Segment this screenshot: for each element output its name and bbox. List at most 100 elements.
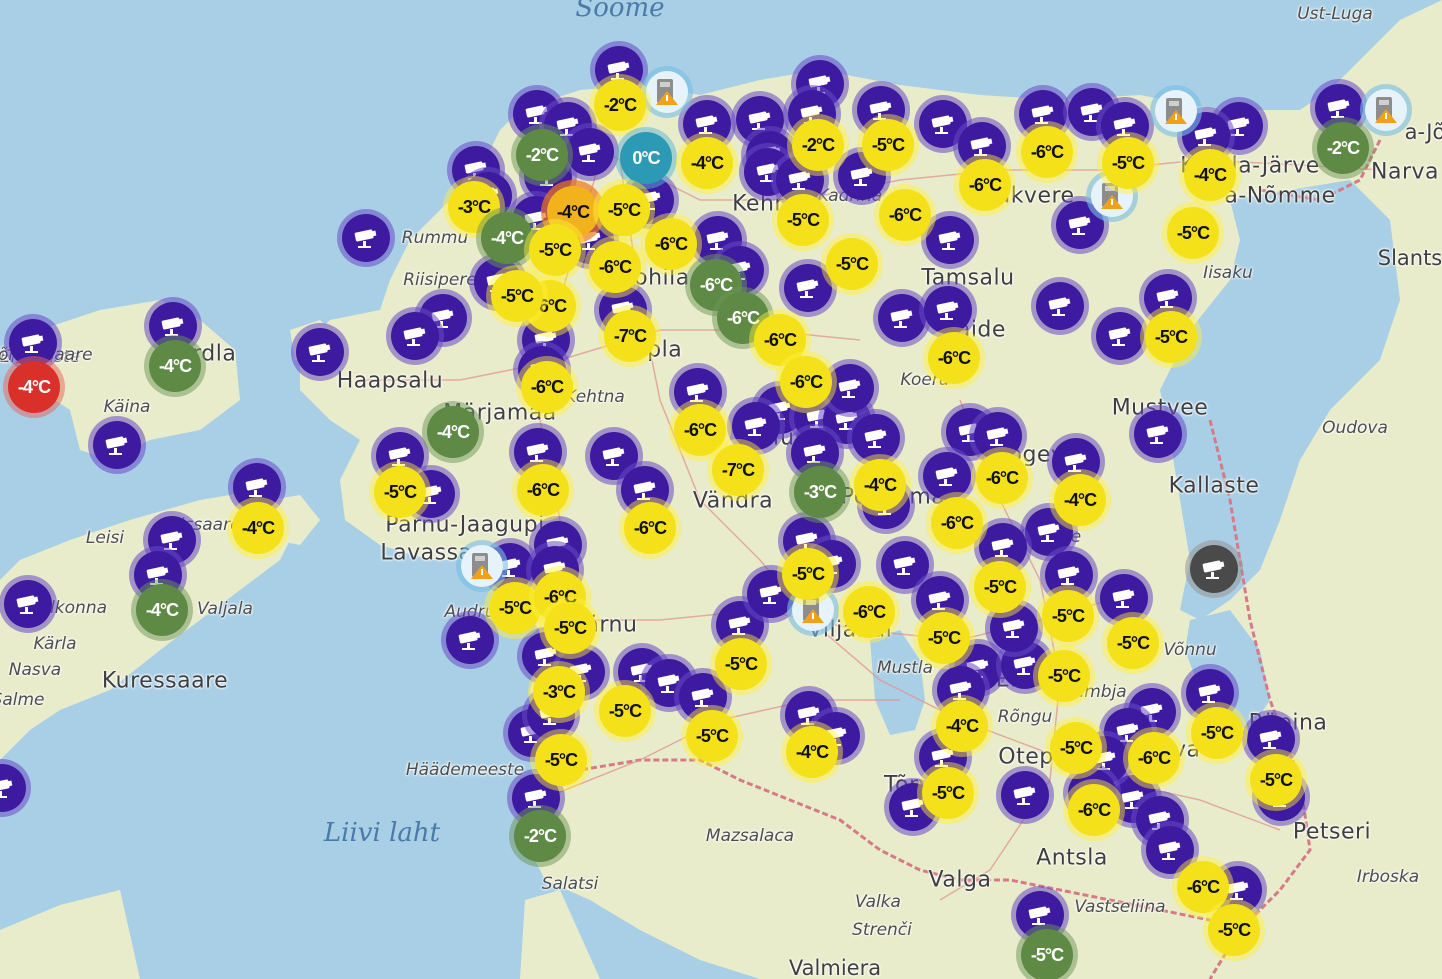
temperature-marker[interactable]: -5°C (715, 638, 767, 690)
road-camera-marker[interactable] (1100, 574, 1148, 622)
temperature-marker[interactable]: -6°C (843, 586, 895, 638)
temperature-marker[interactable]: -6°C (1068, 784, 1120, 836)
temperature-marker[interactable]: -6°C (959, 159, 1011, 211)
temperature-marker[interactable]: -6°C (879, 189, 931, 241)
temperature-marker[interactable]: -5°C (1107, 617, 1159, 669)
temperature-marker[interactable]: -6°C (589, 241, 641, 293)
temperature-marker[interactable]: -4°C (427, 406, 479, 458)
temperature-marker[interactable]: -5°C (544, 602, 596, 654)
temperature-marker[interactable]: -5°C (922, 767, 974, 819)
temperature-marker[interactable]: -5°C (491, 270, 543, 322)
road-warning-marker[interactable] (1155, 90, 1197, 132)
temperature-marker[interactable]: -5°C (1191, 707, 1243, 759)
temperature-marker[interactable]: -5°C (599, 685, 651, 737)
road-camera-marker[interactable] (4, 580, 52, 628)
temperature-marker[interactable]: -5°C (374, 466, 426, 518)
temperature-marker[interactable]: -5°C (974, 561, 1026, 613)
temperature-marker[interactable]: -5°C (535, 734, 587, 786)
temperature-marker[interactable]: -6°C (624, 502, 676, 554)
temperature-marker[interactable]: -4°C (936, 700, 988, 752)
temperature-marker[interactable]: -2°C (594, 79, 646, 131)
temperature-marker[interactable]: -5°C (1250, 754, 1302, 806)
road-camera-marker[interactable] (1096, 312, 1144, 360)
road-camera-marker[interactable] (296, 328, 344, 376)
temperature-marker[interactable]: -6°C (645, 218, 697, 270)
road-camera-marker[interactable] (926, 216, 974, 264)
temperature-marker[interactable]: -5°C (1038, 650, 1090, 702)
temperature-marker[interactable]: -4°C (681, 137, 733, 189)
inactive-camera-marker[interactable] (1190, 545, 1238, 593)
camera-icon (1031, 105, 1054, 124)
temperature-marker[interactable]: -5°C (1167, 207, 1219, 259)
road-camera-marker[interactable] (732, 402, 780, 450)
temperature-marker[interactable]: -4°C (8, 361, 60, 413)
road-camera-marker[interactable] (9, 319, 57, 367)
temperature-marker[interactable]: -6°C (928, 332, 980, 384)
temperature-marker[interactable]: -5°C (686, 710, 738, 762)
temperature-marker[interactable]: -5°C (1050, 722, 1102, 774)
temperature-marker[interactable]: -5°C (1102, 137, 1154, 189)
temperature-marker[interactable]: -6°C (674, 404, 726, 456)
camera-icon (1156, 289, 1179, 308)
temperature-marker[interactable]: -4°C (1054, 474, 1106, 526)
temperature-marker[interactable]: 0°C (620, 132, 672, 184)
map-view[interactable]: Soome Ust-Luga a-Jõ Narva Slants Kohtla-Järve… (0, 0, 1442, 979)
road-warning-marker[interactable] (646, 71, 688, 113)
temperature-marker[interactable]: -4°C (136, 584, 188, 636)
temperature-marker[interactable]: -5°C (1021, 929, 1073, 979)
road-camera-marker[interactable] (1134, 410, 1182, 458)
road-camera-marker[interactable] (852, 414, 900, 462)
temperature-marker[interactable]: -2°C (792, 119, 844, 171)
temperature-marker[interactable]: -6°C (1128, 732, 1180, 784)
temperature-marker[interactable]: -4°C (786, 726, 838, 778)
temperature-marker[interactable]: -5°C (489, 582, 541, 634)
road-camera-marker[interactable] (1036, 282, 1084, 330)
road-camera-marker[interactable] (342, 214, 390, 262)
temperature-marker[interactable]: -6°C (931, 497, 983, 549)
temperature-marker[interactable]: -5°C (1145, 311, 1197, 363)
road-camera-marker[interactable] (1001, 771, 1049, 819)
temperature-marker[interactable]: -4°C (1184, 149, 1236, 201)
place-label: Leisi (85, 528, 125, 548)
temperature-marker[interactable]: -4°C (232, 502, 284, 554)
camera-icon (633, 481, 656, 500)
temperature-marker[interactable]: -4°C (481, 212, 533, 264)
temperature-marker[interactable]: -4°C (854, 459, 906, 511)
temperature-marker[interactable]: -5°C (1208, 904, 1260, 956)
temperature-marker[interactable]: -5°C (782, 548, 834, 600)
road-camera-marker[interactable] (446, 616, 494, 664)
temperature-marker[interactable]: -2°C (516, 129, 568, 181)
road-camera-marker[interactable] (878, 294, 926, 342)
temperature-marker[interactable]: -2°C (514, 810, 566, 862)
temperature-marker[interactable]: -5°C (777, 194, 829, 246)
temperature-marker[interactable]: -7°C (712, 444, 764, 496)
road-camera-marker[interactable] (391, 312, 439, 360)
road-warning-marker[interactable] (1365, 89, 1407, 131)
temperature-marker[interactable]: -2°C (1317, 122, 1369, 174)
road-camera-marker[interactable] (826, 364, 874, 412)
temperature-marker[interactable]: -5°C (918, 612, 970, 664)
road-camera-marker[interactable] (923, 452, 971, 500)
temperature-marker[interactable]: -6°C (780, 356, 832, 408)
temperature-marker[interactable]: -5°C (1042, 590, 1094, 642)
road-camera-marker[interactable] (784, 264, 832, 312)
temperature-marker[interactable]: -6°C (521, 361, 573, 413)
temperature-marker[interactable]: -3°C (533, 666, 585, 718)
temperature-marker[interactable]: -5°C (529, 224, 581, 276)
temperature-marker[interactable]: -6°C (1021, 126, 1073, 178)
temperature-marker[interactable]: -5°C (862, 119, 914, 171)
road-camera-marker[interactable] (93, 421, 141, 469)
warning-sign-icon (471, 553, 493, 579)
temperature-marker[interactable]: -5°C (598, 184, 650, 236)
road-warning-marker[interactable] (461, 545, 503, 587)
temperature-marker[interactable]: -4°C (149, 340, 201, 392)
temperature-marker[interactable]: -6°C (976, 452, 1028, 504)
temperature-marker[interactable]: -5°C (826, 238, 878, 290)
temperature-marker[interactable]: -7°C (604, 310, 656, 362)
road-camera-marker[interactable] (881, 541, 929, 589)
road-camera-marker[interactable] (566, 128, 614, 176)
road-camera-marker[interactable] (924, 286, 972, 334)
temperature-marker[interactable]: -3°C (794, 466, 846, 518)
temperature-marker[interactable]: -6°C (517, 464, 569, 516)
temperature-marker[interactable]: -6°C (1177, 861, 1229, 913)
